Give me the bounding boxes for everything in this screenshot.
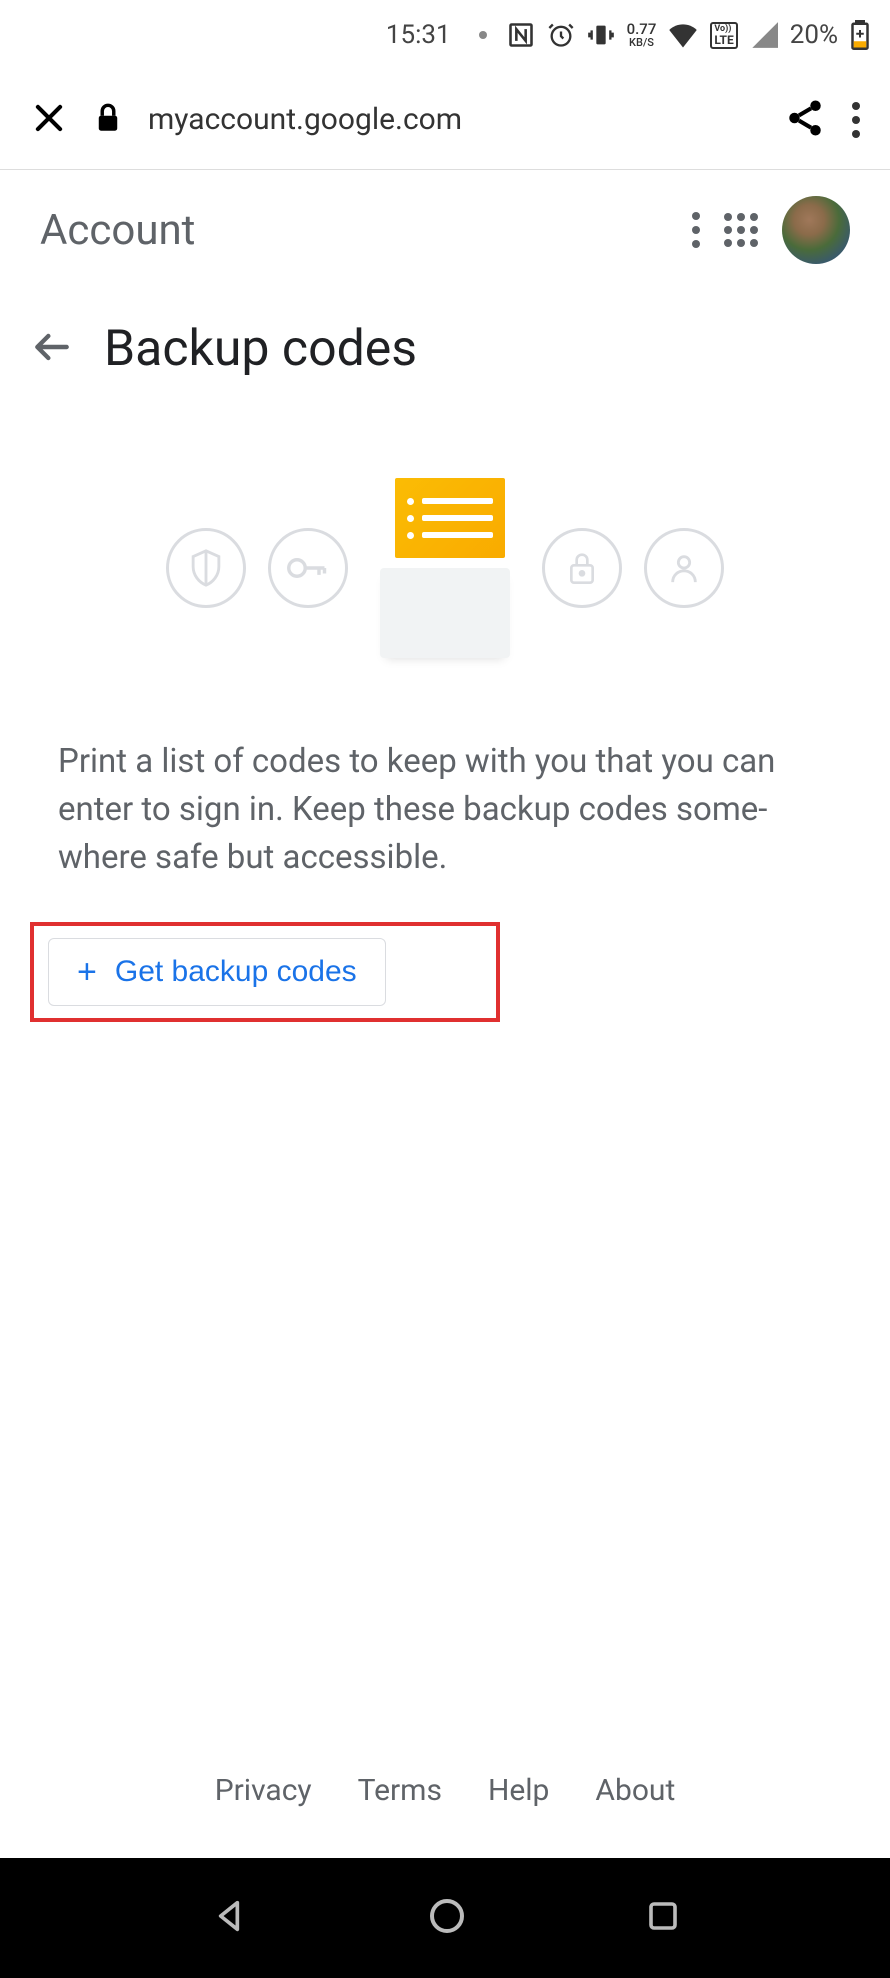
status-dot-icon bbox=[479, 31, 487, 39]
get-backup-codes-label: Get backup codes bbox=[115, 955, 357, 989]
lock-icon bbox=[94, 103, 122, 137]
volte-icon: Vo)) LTE bbox=[710, 22, 737, 49]
account-header: Account bbox=[0, 170, 890, 290]
signal-icon bbox=[750, 22, 778, 48]
data-rate-unit: KB/S bbox=[629, 37, 654, 48]
browser-bar: myaccount.google.com bbox=[0, 70, 890, 170]
apps-grid-icon[interactable] bbox=[724, 213, 758, 247]
shield-icon bbox=[166, 528, 246, 608]
padlock-icon bbox=[542, 528, 622, 608]
key-icon bbox=[268, 528, 348, 608]
status-bar: 15:31 0.77 KB/S Vo)) LTE 20% bbox=[0, 0, 890, 70]
hero-illustration bbox=[0, 398, 890, 698]
alarm-icon bbox=[547, 21, 575, 49]
highlight-box: + Get backup codes bbox=[30, 922, 500, 1022]
footer-link-about[interactable]: About bbox=[595, 1773, 675, 1808]
get-backup-codes-button[interactable]: + Get backup codes bbox=[48, 938, 386, 1006]
data-rate-indicator: 0.77 KB/S bbox=[627, 22, 657, 48]
footer-link-privacy[interactable]: Privacy bbox=[215, 1773, 312, 1808]
footer-link-terms[interactable]: Terms bbox=[358, 1773, 442, 1808]
description-text: Print a list of codes to keep with you t… bbox=[0, 698, 890, 912]
battery-icon bbox=[850, 20, 870, 50]
battery-percent: 20% bbox=[790, 20, 838, 50]
data-rate-value: 0.77 bbox=[627, 22, 657, 37]
vibrate-icon bbox=[587, 21, 615, 49]
wifi-icon bbox=[668, 22, 698, 48]
avatar[interactable] bbox=[782, 196, 850, 264]
account-more-icon[interactable] bbox=[692, 212, 700, 248]
close-icon[interactable] bbox=[30, 99, 68, 141]
share-icon[interactable] bbox=[784, 97, 826, 143]
status-time: 15:31 bbox=[386, 20, 451, 50]
footer: Privacy Terms Help About bbox=[0, 1743, 890, 1858]
browser-more-icon[interactable] bbox=[852, 102, 860, 138]
nav-back-icon[interactable] bbox=[209, 1896, 249, 1940]
nav-home-icon[interactable] bbox=[427, 1896, 467, 1940]
footer-link-help[interactable]: Help bbox=[488, 1773, 549, 1808]
back-arrow-icon[interactable] bbox=[30, 325, 74, 373]
android-nav-bar bbox=[0, 1858, 890, 1978]
plus-icon: + bbox=[77, 955, 97, 989]
nav-recent-icon[interactable] bbox=[645, 1898, 681, 1938]
page-title: Backup codes bbox=[104, 320, 417, 378]
nfc-icon bbox=[507, 21, 535, 49]
account-title: Account bbox=[40, 206, 668, 255]
page-title-row: Backup codes bbox=[0, 290, 890, 398]
codes-card-icon bbox=[370, 478, 520, 658]
person-icon bbox=[644, 528, 724, 608]
url-text[interactable]: myaccount.google.com bbox=[148, 102, 758, 137]
